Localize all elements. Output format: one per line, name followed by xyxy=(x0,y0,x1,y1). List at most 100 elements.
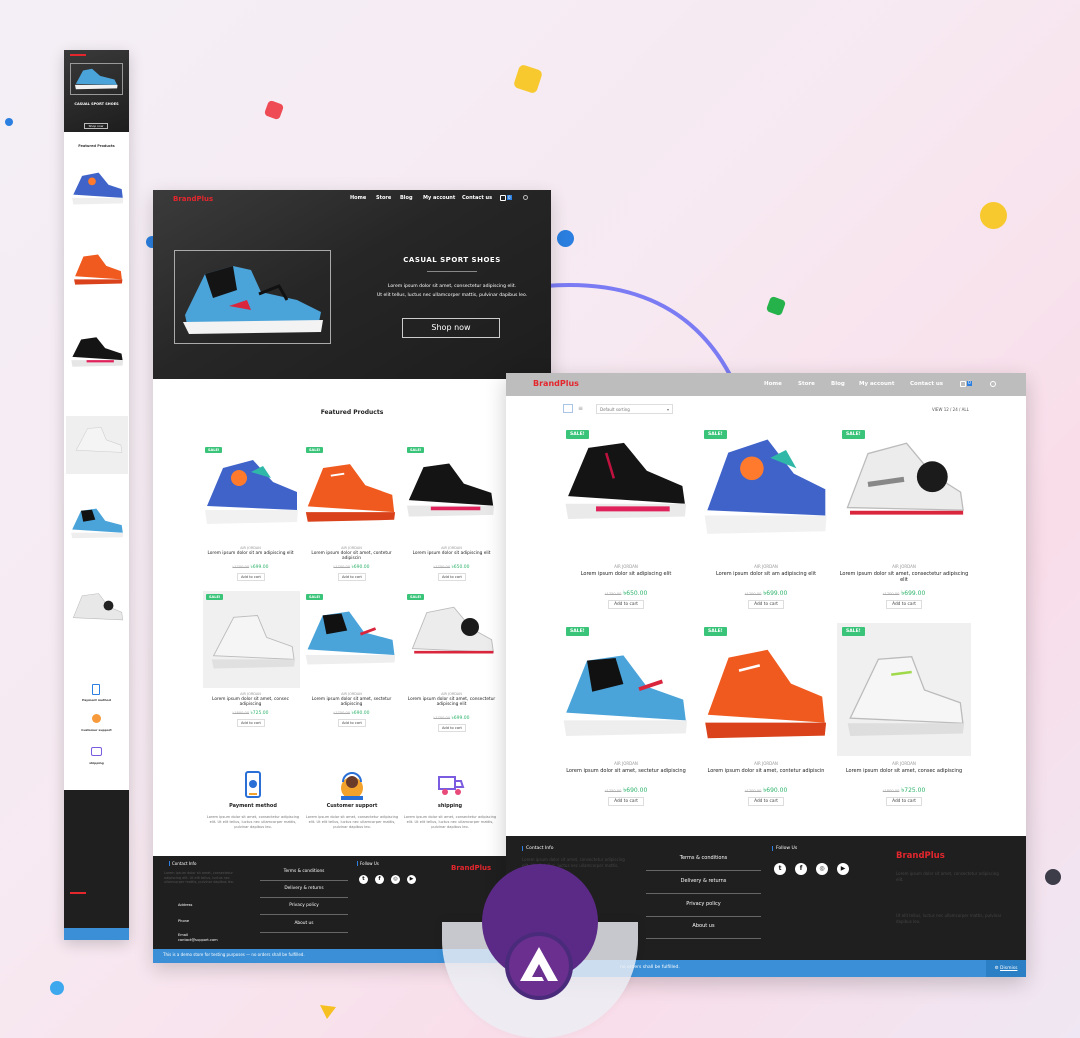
product-image-3[interactable] xyxy=(405,458,497,524)
product-name[interactable]: Lorem ipsum dolor sit amet, sectetur adi… xyxy=(304,697,399,707)
mobile-logo xyxy=(70,54,86,56)
product-name[interactable]: Lorem ipsum dolor sit am adipiscing elit xyxy=(701,571,831,577)
hero-title: CASUAL SPORT SHOES xyxy=(403,256,501,264)
nav-account[interactable]: My account xyxy=(859,381,894,387)
search-icon[interactable] xyxy=(523,195,528,200)
grid-view-icon[interactable] xyxy=(563,404,573,413)
store-product-image-3[interactable] xyxy=(839,433,969,541)
footer-link[interactable]: About us xyxy=(260,921,348,926)
add-to-cart-button[interactable]: Add to cart xyxy=(338,719,366,727)
youtube-icon[interactable]: ▶ xyxy=(407,875,416,884)
add-to-cart-button[interactable]: Add to cart xyxy=(608,797,644,806)
list-view-icon[interactable]: ≡ xyxy=(578,404,588,413)
product-name[interactable]: Lorem ipsum dolor sit amet, consec adipi… xyxy=(203,697,298,707)
store-product-image-4[interactable] xyxy=(560,645,692,749)
cart-icon[interactable] xyxy=(960,381,966,387)
hero-shop-now-button[interactable]: Shop now xyxy=(402,318,500,338)
product-image-6[interactable] xyxy=(407,600,497,672)
nav-home[interactable]: Home xyxy=(764,381,782,387)
add-to-cart-button[interactable]: Add to cart xyxy=(438,573,466,581)
footer-link[interactable]: Terms & conditions xyxy=(646,855,761,861)
mobile-product-5[interactable] xyxy=(70,504,125,544)
store-product-image-1[interactable] xyxy=(563,435,690,537)
nav-account[interactable]: My account xyxy=(423,195,455,201)
nav-home[interactable]: Home xyxy=(350,195,366,201)
product-image-1[interactable] xyxy=(201,452,301,532)
product-name[interactable]: Lorem ipsum dolor sit amet, consec adipi… xyxy=(836,768,972,774)
facebook-icon[interactable]: f xyxy=(375,875,384,884)
sale-badge: SALE! xyxy=(566,627,589,636)
add-to-cart-button[interactable]: Add to cart xyxy=(886,600,922,609)
add-to-cart-button[interactable]: Add to cart xyxy=(748,600,784,609)
add-to-cart-button[interactable]: Add to cart xyxy=(438,724,466,732)
mobile-product-6[interactable] xyxy=(70,590,125,630)
sale-badge: SALE! xyxy=(704,627,727,636)
dismiss-button[interactable]: ⚙ Dismiss xyxy=(986,960,1026,977)
mobile-cta[interactable]: Shop now xyxy=(84,123,108,129)
hero-divider xyxy=(427,271,477,272)
sort-select[interactable]: Default sorting ▾ xyxy=(596,404,673,414)
footer-link[interactable]: Privacy policy xyxy=(646,901,761,907)
footer-email-value[interactable]: contact@support.com xyxy=(178,938,218,942)
nav-store[interactable]: Store xyxy=(376,195,391,201)
youtube-icon[interactable]: ▶ xyxy=(837,863,849,875)
sort-select-value: Default sorting xyxy=(600,407,630,412)
product-name[interactable]: Lorem ipsum dolor sit am adipiscing elit xyxy=(203,551,298,556)
footer-link[interactable]: Privacy policy xyxy=(260,903,348,908)
product-name[interactable]: Lorem ipsum dolor sit amet, consectetur … xyxy=(836,571,972,583)
search-icon[interactable] xyxy=(990,381,996,387)
nav-blog[interactable]: Blog xyxy=(831,381,845,387)
nav-contact[interactable]: Contact us xyxy=(462,195,492,201)
service-text: Lorem ipsum dolor sit amet, consectetur … xyxy=(305,815,399,829)
mobile-product-2[interactable] xyxy=(72,250,124,288)
store-product-image-6[interactable] xyxy=(840,649,968,745)
sale-badge: SALE! xyxy=(306,594,324,600)
instagram-icon[interactable]: ◎ xyxy=(816,863,828,875)
product-image-4[interactable] xyxy=(205,610,299,674)
product-name[interactable]: Lorem ipsum dolor sit amet, sectetur adi… xyxy=(562,768,690,774)
store-logo[interactable]: BrandPlus xyxy=(533,379,579,388)
footer-link[interactable]: Delivery & returns xyxy=(260,886,348,891)
hero-shoe xyxy=(183,266,323,334)
decor-dot-sky xyxy=(50,981,64,995)
product-name[interactable]: Lorem ipsum dolor sit amet, consectetur … xyxy=(404,697,499,707)
price-old: ৳1700.00 xyxy=(232,565,250,569)
product-price: ৳1750.00 ৳650.00 xyxy=(562,588,690,599)
product-price: ৳1800.00 ৳725.00 xyxy=(203,710,298,717)
store-product-image-2[interactable] xyxy=(699,429,831,547)
store-product-image-5[interactable] xyxy=(700,639,830,749)
mobile-product-1[interactable] xyxy=(70,168,125,208)
nav-blog[interactable]: Blog xyxy=(400,195,413,201)
view-options[interactable]: 12 / 24 / ALL xyxy=(944,407,969,412)
facebook-icon[interactable]: f xyxy=(795,863,807,875)
product-image-5[interactable] xyxy=(303,604,399,672)
decor-square-red xyxy=(263,99,285,121)
twitter-icon[interactable]: t xyxy=(359,875,368,884)
cart-icon[interactable] xyxy=(500,195,506,201)
add-to-cart-button[interactable]: Add to cart xyxy=(608,600,644,609)
footer-link[interactable]: About us xyxy=(646,923,761,929)
twitter-icon[interactable]: t xyxy=(774,863,786,875)
product-image-2[interactable] xyxy=(302,456,398,526)
footer-divider xyxy=(260,932,348,933)
add-to-cart-button[interactable]: Add to cart xyxy=(886,797,922,806)
product-name[interactable]: Lorem ipsum dolor sit adipiscing elit xyxy=(404,551,499,556)
mobile-footer xyxy=(64,790,129,928)
add-to-cart-button[interactable]: Add to cart xyxy=(237,719,265,727)
mobile-product-3[interactable] xyxy=(70,334,125,370)
add-to-cart-button[interactable]: Add to cart xyxy=(338,573,366,581)
footer-link[interactable]: Delivery & returns xyxy=(646,878,761,884)
product-name[interactable]: Lorem ipsum dolor sit adipiscing elit xyxy=(562,571,690,577)
instagram-icon[interactable]: ◎ xyxy=(391,875,400,884)
product-name[interactable]: Lorem ipsum dolor sit amet, contetur adi… xyxy=(304,551,399,561)
footer-contact-title: Contact Info xyxy=(522,846,553,851)
add-to-cart-button[interactable]: Add to cart xyxy=(237,573,265,581)
footer-link[interactable]: Terms & conditions xyxy=(260,869,348,874)
home-logo[interactable]: BrandPlus xyxy=(173,195,213,203)
nav-store[interactable]: Store xyxy=(798,381,815,387)
add-to-cart-button[interactable]: Add to cart xyxy=(748,797,784,806)
nav-contact[interactable]: Contact us xyxy=(910,381,943,387)
hero-line2: Ut elit tellus, luctus nec ullamcorper m… xyxy=(376,293,528,298)
decor-arc-line xyxy=(544,283,732,376)
product-name[interactable]: Lorem ipsum dolor sit amet, contetur adi… xyxy=(701,768,831,774)
